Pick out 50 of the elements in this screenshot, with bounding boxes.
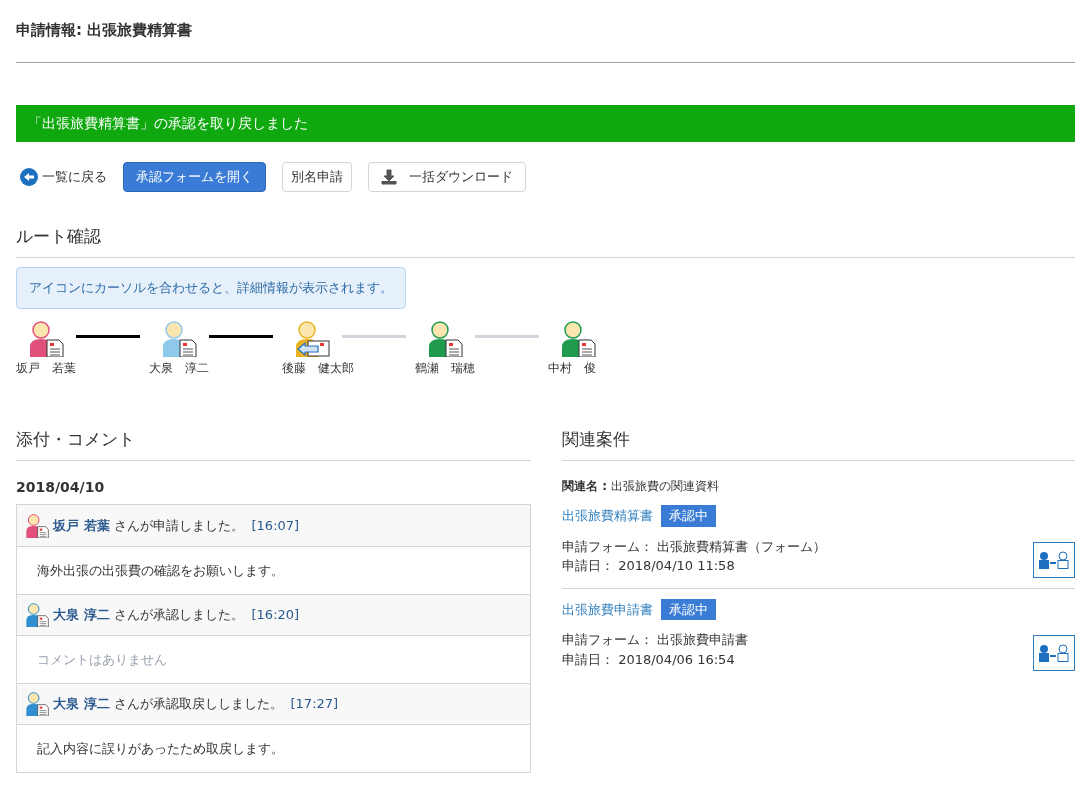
person-name[interactable]: 大泉 淳二: [53, 694, 110, 714]
person-return-icon[interactable]: [294, 320, 330, 357]
section-heading: 関連案件: [562, 428, 630, 449]
related-link[interactable]: 出張旅費精算書: [562, 506, 653, 526]
approver-name: 大泉 淳二: [149, 359, 209, 377]
related-link[interactable]: 出張旅費申請書: [562, 599, 653, 619]
person-document-icon[interactable]: [161, 320, 197, 357]
person-document-icon[interactable]: [25, 603, 49, 627]
status-badge: 承認中: [661, 598, 716, 620]
action-time: [16:07]: [251, 516, 300, 535]
comment-text: 記入内容に誤りがあったため取戻します。: [37, 739, 284, 758]
approver-name: 中村 俊: [548, 359, 596, 377]
open-form-button[interactable]: 承認フォームを開く: [123, 162, 266, 192]
download-button[interactable]: 一括ダウンロード: [368, 162, 526, 192]
action-text: さんが承認取戻ししました。: [113, 695, 283, 714]
info-hint: アイコンにカーソルを合わせると、詳細情報が表示されます。: [16, 267, 406, 309]
form-info: 申請フォーム： 出張旅費精算書（フォーム）: [562, 537, 827, 556]
person-document-icon[interactable]: [28, 320, 64, 357]
person-name[interactable]: 大泉 淳二: [53, 605, 110, 625]
action-time: [16:20]: [251, 606, 300, 625]
form-info: 申請フォーム： 出張旅費申請書: [562, 631, 749, 649]
person-document-icon[interactable]: [427, 320, 463, 357]
person-name[interactable]: 坂戸 若葉: [53, 515, 110, 536]
comment-text: コメントはありません: [37, 650, 167, 669]
action-text: さんが承認しました。: [113, 606, 244, 625]
status-badge: 承認中: [661, 505, 716, 527]
approver-name: 鶴瀬 瑞穂: [415, 359, 475, 377]
related-name: 関連名 : 出張旅費の関連資料: [562, 479, 719, 493]
date-info: 申請日： 2018/04/06 16:54: [562, 650, 736, 669]
download-icon: [381, 168, 397, 185]
section-heading: 添付・コメント: [16, 428, 135, 449]
action-time: [17:27]: [290, 695, 339, 714]
success-banner: 「出張旅費精算書」の承認を取り戻しました: [16, 105, 1075, 142]
route-people-icon: [1038, 644, 1070, 662]
route-people-icon: [1038, 550, 1070, 569]
route-view-button[interactable]: [1033, 635, 1075, 671]
comment-text: 海外出張の出張費の確認をお願いします。: [37, 561, 284, 580]
page-title: 申請情報: 出張旅費精算書: [16, 21, 193, 39]
person-document-icon[interactable]: [25, 692, 49, 716]
alias-button[interactable]: 別名申請: [282, 162, 352, 192]
date-info: 申請日： 2018/04/10 11:58: [562, 557, 736, 575]
action-text: さんが申請しました。: [113, 516, 244, 535]
approver-name: 坂戸 若葉: [16, 359, 76, 377]
back-link[interactable]: 一覧に戻る: [20, 167, 107, 187]
person-document-icon[interactable]: [25, 513, 49, 538]
person-document-icon[interactable]: [560, 320, 596, 357]
section-heading: ルート確認: [16, 225, 101, 246]
comment-date: 2018/04/10: [16, 478, 105, 497]
approver-name: 後藤 健太郎: [282, 359, 354, 377]
route-view-button[interactable]: [1033, 541, 1075, 578]
